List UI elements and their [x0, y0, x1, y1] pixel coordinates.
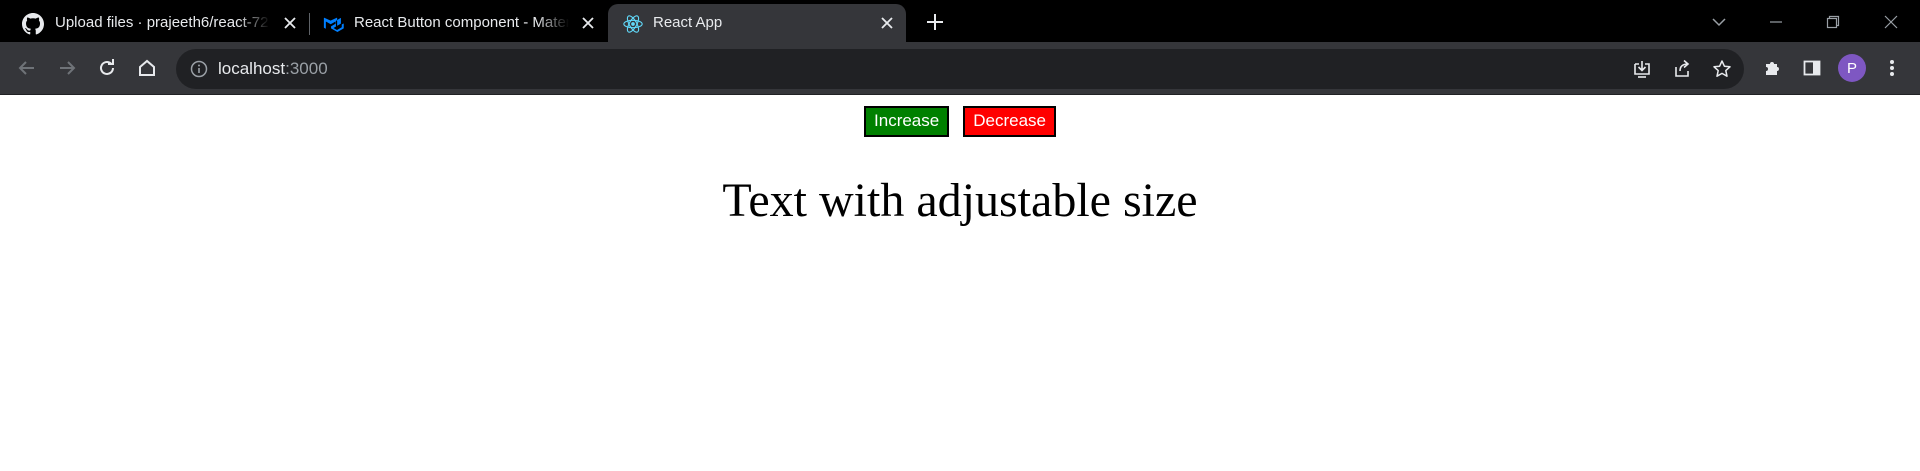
increase-button[interactable]: Increase [864, 106, 950, 137]
close-icon[interactable] [282, 15, 298, 31]
tab-title: React Button component - Material [354, 14, 569, 31]
decrease-button[interactable]: Decrease [963, 106, 1056, 137]
restore-icon[interactable] [1820, 9, 1846, 35]
tab-title: Upload files · prajeeth6/react-72 [55, 14, 269, 31]
react-icon [622, 13, 644, 35]
more-menu-icon[interactable] [1878, 54, 1906, 82]
profile-avatar[interactable]: P [1838, 54, 1866, 82]
share-icon[interactable] [1670, 57, 1694, 81]
close-window-icon[interactable] [1878, 9, 1904, 35]
mui-icon [323, 13, 345, 35]
browser-toolbar: localhost:3000 P [0, 42, 1920, 95]
adjustable-text: Text with adjustable size [722, 174, 1198, 227]
minimize-icon[interactable] [1763, 9, 1789, 35]
url-host: localhost [218, 59, 286, 78]
bookmark-star-icon[interactable] [1710, 57, 1734, 81]
url-text: localhost:3000 [218, 59, 328, 79]
tab-title: React App [653, 14, 723, 31]
extensions-icon[interactable] [1758, 54, 1786, 82]
button-row: Increase Decrease [0, 106, 1920, 137]
side-panel-icon[interactable] [1798, 54, 1826, 82]
tab-react-app[interactable]: React App [608, 4, 906, 42]
reload-icon[interactable] [93, 54, 121, 82]
page-content: Increase Decrease Text with adjustable s… [0, 95, 1920, 471]
home-icon[interactable] [133, 54, 161, 82]
close-icon[interactable] [580, 15, 596, 31]
new-tab-icon[interactable] [922, 9, 948, 35]
back-icon[interactable] [13, 54, 41, 82]
forward-icon[interactable] [53, 54, 81, 82]
github-icon [22, 13, 44, 35]
install-app-icon[interactable] [1630, 57, 1654, 81]
tab-search-chevron-icon[interactable] [1706, 9, 1732, 35]
tab-react-button-component[interactable]: React Button component - Material [305, 4, 605, 42]
url-port: :3000 [285, 59, 328, 78]
close-icon[interactable] [879, 15, 895, 31]
address-bar[interactable]: localhost:3000 [176, 49, 1744, 89]
tab-strip: Upload files · prajeeth6/react-72 React … [0, 0, 1920, 42]
site-info-icon[interactable] [190, 60, 208, 78]
tab-upload-files[interactable]: Upload files · prajeeth6/react-72 [0, 4, 305, 42]
